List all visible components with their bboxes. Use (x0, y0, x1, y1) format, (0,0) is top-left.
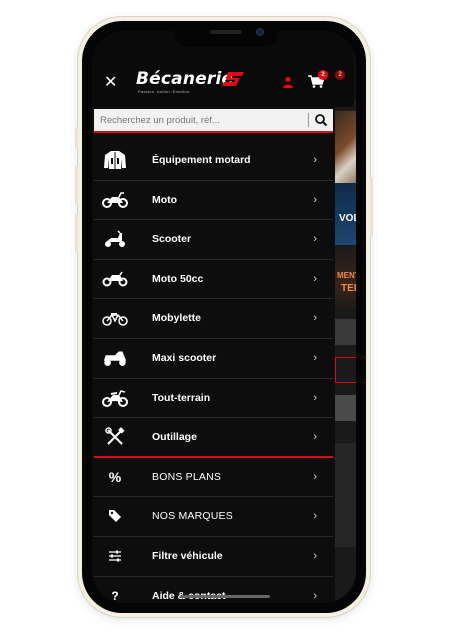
brand-s-mark (222, 72, 244, 86)
background-text-2: MENT (337, 271, 356, 280)
menu-item-label: Scooter (152, 233, 192, 246)
power-button (370, 177, 373, 237)
small-motorcycle-icon (102, 269, 128, 289)
menu-item-label: Équipement motard (152, 154, 251, 166)
menu-item-moto[interactable]: Moto › (94, 181, 333, 221)
percent-icon: % (108, 468, 122, 485)
chevron-right-icon: › (313, 589, 317, 602)
background-page: VOL MENT TER (335, 99, 356, 603)
menu-item-moto-50cc[interactable]: Moto 50cc › (94, 260, 333, 300)
menu-item-filtre-vehicule[interactable]: Filtre véhicule › (94, 537, 333, 577)
phone-notch (174, 21, 278, 47)
background-block-2 (335, 357, 356, 383)
moped-icon (102, 308, 128, 328)
menu-item-label: Mobylette (152, 312, 202, 325)
menu-item-label: Aide & contact (152, 589, 226, 602)
menu-item-equipement-motard[interactable]: Équipement motard › (94, 141, 333, 181)
chevron-right-icon: › (313, 193, 317, 206)
user-icon[interactable] (282, 75, 294, 93)
menu-item-label: BONS PLANS (152, 470, 222, 483)
menu-item-outillage[interactable]: Outillage › (94, 418, 333, 458)
background-banner-2: VOL (335, 183, 356, 245)
background-block-4 (335, 443, 356, 547)
menu-item-label: Tout-terrain (152, 391, 211, 404)
background-block-1 (335, 319, 356, 345)
motorcycle-icon (102, 190, 128, 210)
phone-frame: VOL MENT TER ✕ Bécanerie (75, 17, 373, 617)
menu-item-label: Filtre véhicule (152, 549, 223, 562)
chevron-right-icon: › (313, 470, 317, 483)
home-indicator[interactable] (180, 595, 270, 598)
mute-switch (75, 127, 78, 149)
menu-item-mobylette[interactable]: Mobylette › (94, 299, 333, 339)
menu-item-maxi-scooter[interactable]: Maxi scooter › (94, 339, 333, 379)
background-block-3 (335, 395, 356, 421)
chevron-right-icon: › (313, 549, 317, 562)
tag-icon (102, 506, 128, 526)
background-banner-1 (335, 111, 356, 183)
menu-list: Équipement motard › Moto › Scooter › Mot… (94, 141, 333, 603)
dirt-bike-icon (102, 388, 128, 408)
phone-bezel: VOL MENT TER ✕ Bécanerie (82, 21, 366, 613)
volume-up-button (75, 165, 78, 205)
menu-item-label: Outillage (152, 431, 197, 444)
brand-tagline: Passion. Action. Emotion. (138, 89, 191, 94)
phone-screen: VOL MENT TER ✕ Bécanerie (92, 31, 356, 603)
speaker-grille (210, 30, 242, 34)
jacket-icon (102, 150, 128, 170)
brand-logo[interactable]: Bécanerie Passion. Action. Emotion. (136, 69, 244, 94)
chevron-right-icon: › (313, 431, 317, 444)
search-bar (94, 109, 333, 133)
chevron-right-icon: › (313, 351, 317, 364)
chevron-right-icon: › (313, 233, 317, 246)
close-icon[interactable]: ✕ (104, 75, 117, 91)
menu-item-nos-marques[interactable]: NOS MARQUES › (94, 497, 333, 537)
chevron-right-icon: › (313, 510, 317, 523)
sliders-icon (102, 546, 128, 566)
menu-item-label: Maxi scooter (152, 351, 217, 364)
chevron-right-icon: › (313, 272, 317, 285)
maxi-scooter-icon (102, 348, 128, 368)
volume-down-button (75, 213, 78, 253)
scooter-icon (102, 229, 128, 249)
side-menu: ✕ Bécanerie Passion. Action. Emotion. 2 … (92, 31, 354, 603)
menu-item-bons-plans[interactable]: % BONS PLANS › (94, 458, 333, 498)
question-icon: ? (111, 588, 119, 603)
search-input[interactable] (94, 109, 302, 131)
brand-name: Bécanerie (136, 69, 234, 89)
search-divider (308, 113, 309, 127)
cart-count-badge: 2 (318, 70, 328, 80)
chevron-right-icon: › (313, 312, 317, 325)
menu-item-label: Moto 50cc (152, 272, 204, 285)
search-icon[interactable] (314, 113, 328, 127)
background-banner-3: MENT TER (335, 245, 356, 311)
cart-count-badge-secondary: 2 (335, 70, 345, 80)
front-camera (256, 28, 264, 36)
background-text-3: TER (341, 283, 356, 294)
menu-item-scooter[interactable]: Scooter › (94, 220, 333, 260)
chevron-right-icon: › (313, 391, 317, 404)
menu-item-tout-terrain[interactable]: Tout-terrain › (94, 379, 333, 419)
menu-item-label: Moto (152, 193, 178, 206)
tools-icon (102, 427, 128, 447)
background-text-1: VOL (339, 213, 356, 224)
menu-item-label: NOS MARQUES (152, 510, 233, 523)
menu-item-aide-contact[interactable]: ? Aide & contact › (94, 577, 333, 603)
chevron-right-icon: › (313, 154, 317, 166)
